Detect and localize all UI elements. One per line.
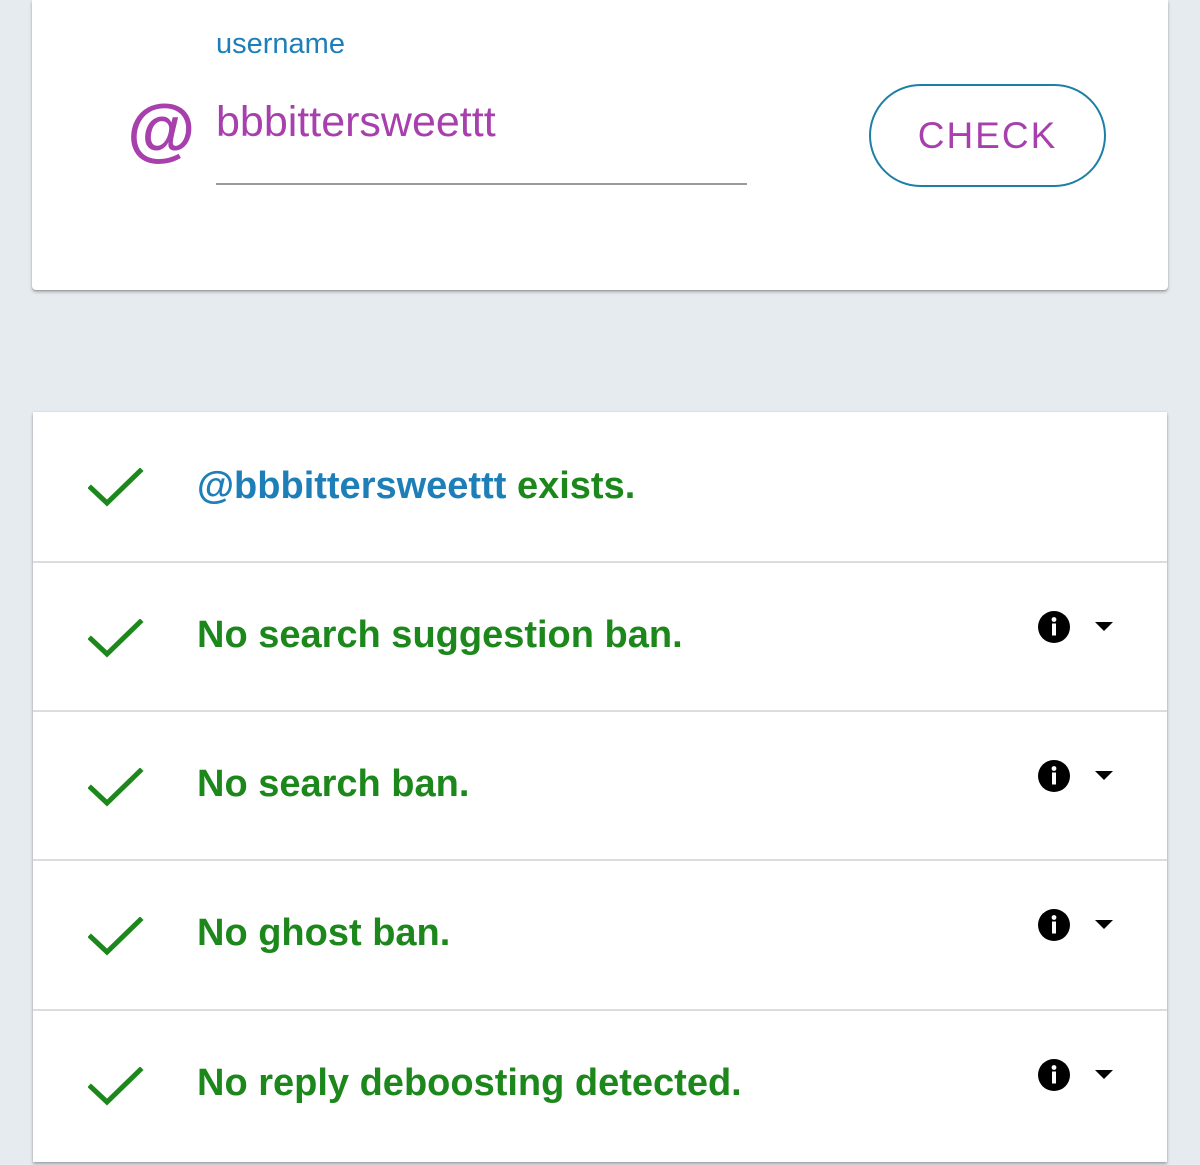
chevron-down-icon[interactable] bbox=[1095, 622, 1113, 632]
check-icon bbox=[88, 1067, 144, 1106]
info-icon[interactable] bbox=[1037, 759, 1071, 793]
check-icon bbox=[88, 619, 144, 658]
search-card: @ username CHECK bbox=[32, 0, 1168, 290]
chevron-down-icon[interactable] bbox=[1095, 920, 1113, 930]
chevron-down-icon[interactable] bbox=[1095, 1070, 1113, 1080]
check-icon bbox=[88, 917, 144, 956]
username-input-underline bbox=[216, 183, 747, 185]
username-input[interactable] bbox=[216, 92, 746, 152]
result-row-search-ban[interactable]: No search ban. bbox=[33, 712, 1167, 860]
result-row-reply-deboosting[interactable]: No reply deboosting detected. bbox=[33, 1011, 1167, 1159]
result-row-search-suggestion-ban[interactable]: No search suggestion ban. bbox=[33, 563, 1167, 711]
username-label: username bbox=[216, 28, 345, 60]
info-icon[interactable] bbox=[1037, 1058, 1071, 1092]
result-label: No search suggestion ban. bbox=[197, 614, 683, 656]
result-label: No search ban. bbox=[197, 763, 470, 805]
check-icon bbox=[88, 768, 144, 807]
chevron-down-icon[interactable] bbox=[1095, 771, 1113, 781]
result-row-ghost-ban[interactable]: No ghost ban. bbox=[33, 861, 1167, 1009]
result-label: No ghost ban. bbox=[197, 912, 451, 954]
check-icon bbox=[88, 468, 144, 507]
info-icon[interactable] bbox=[1037, 908, 1071, 942]
exists-suffix: exists. bbox=[506, 465, 636, 507]
result-label: No reply deboosting detected. bbox=[197, 1062, 742, 1104]
result-row-exists: @bbbittersweettt exists. bbox=[33, 412, 1167, 560]
username-handle-link[interactable]: @bbbittersweettt bbox=[197, 465, 506, 507]
at-prefix-icon: @ bbox=[126, 91, 195, 169]
results-card: @bbbittersweettt exists. No search sugge… bbox=[33, 412, 1167, 1162]
result-exists-text: @bbbittersweettt exists. bbox=[197, 464, 635, 508]
check-button[interactable]: CHECK bbox=[869, 84, 1106, 187]
info-icon[interactable] bbox=[1037, 610, 1071, 644]
